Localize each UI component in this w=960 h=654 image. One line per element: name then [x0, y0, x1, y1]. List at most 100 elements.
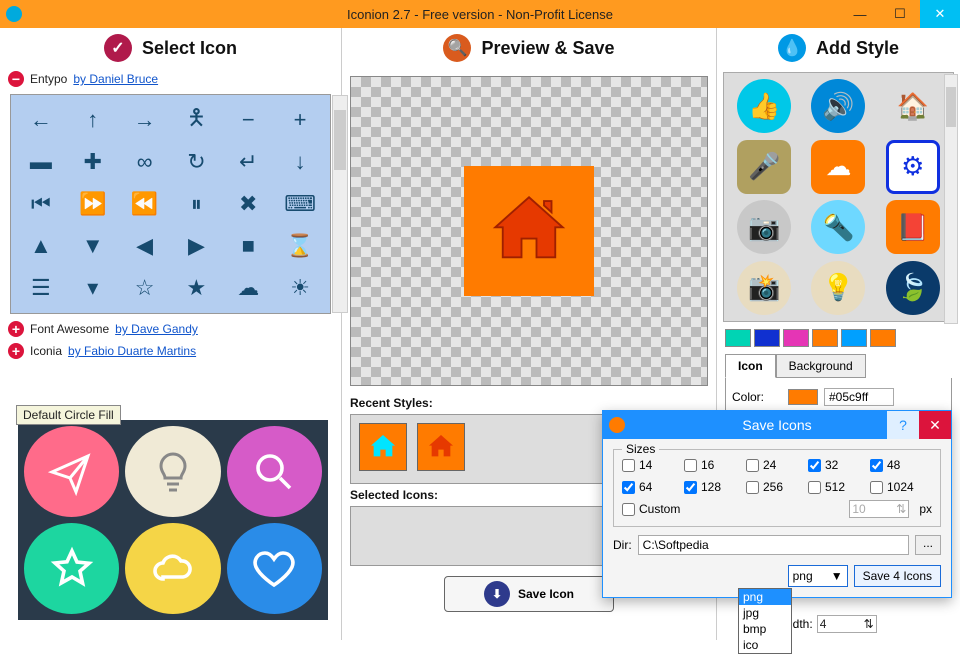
return-icon[interactable]: ↵: [224, 143, 272, 181]
dialog-help-button[interactable]: ?: [887, 411, 919, 439]
color-label: Color:: [732, 390, 782, 404]
browse-button[interactable]: ...: [915, 535, 941, 555]
expand-icon[interactable]: +: [8, 343, 24, 359]
format-option[interactable]: ico: [739, 637, 791, 653]
hourglass-icon[interactable]: ⌛: [276, 227, 324, 265]
package-entypo[interactable]: − Entypo by Daniel Bruce: [0, 68, 341, 90]
recent-style-tile[interactable]: [359, 423, 407, 471]
format-option[interactable]: jpg: [739, 605, 791, 621]
arrow-down-icon[interactable]: ↓: [276, 143, 324, 181]
style-thumb[interactable]: 📷: [737, 200, 791, 254]
package-iconia[interactable]: + Iconia by Fabio Duarte Martins: [0, 340, 341, 362]
style-thumb[interactable]: 👍: [737, 79, 791, 133]
style-thumb[interactable]: 🎤: [737, 140, 791, 194]
style-thumb[interactable]: ☁: [811, 140, 865, 194]
circle-preview[interactable]: [125, 426, 220, 517]
style-scrollbar[interactable]: [944, 74, 958, 324]
tri-right-icon[interactable]: ▶: [172, 227, 220, 265]
size-checkbox[interactable]: 48: [870, 458, 918, 472]
collapse-icon[interactable]: −: [8, 71, 24, 87]
minimize-button[interactable]: —: [840, 0, 880, 28]
cancel-box-icon[interactable]: ✖: [224, 185, 272, 223]
tab-background[interactable]: Background: [776, 354, 866, 378]
plus-box-icon[interactable]: ✚: [69, 143, 117, 181]
color-swatch[interactable]: [812, 329, 838, 347]
format-option[interactable]: bmp: [739, 621, 791, 637]
color-swatch[interactable]: [783, 329, 809, 347]
star-outline-icon[interactable]: ☆: [121, 269, 169, 307]
tri-up-icon[interactable]: ▲: [17, 227, 65, 265]
author-link[interactable]: by Daniel Bruce: [73, 72, 158, 86]
author-link[interactable]: by Fabio Duarte Martins: [68, 344, 196, 358]
size-checkbox[interactable]: 32: [808, 458, 856, 472]
menu-icon[interactable]: ☰: [17, 269, 65, 307]
format-option[interactable]: png: [739, 589, 791, 605]
tri-left-icon[interactable]: ◀: [121, 227, 169, 265]
size-checkbox[interactable]: 14: [622, 458, 670, 472]
dir-input[interactable]: [638, 535, 909, 555]
circle-preview[interactable]: [227, 426, 322, 517]
fast-forward-icon[interactable]: ⏩: [69, 185, 117, 223]
size-checkbox[interactable]: 256: [746, 480, 794, 494]
color-swatch-picker[interactable]: [788, 389, 818, 405]
circle-preview[interactable]: [24, 523, 119, 614]
package-fontawesome[interactable]: + Font Awesome by Dave Gandy: [0, 318, 341, 340]
bulb-icon: [149, 448, 197, 496]
custom-size-checkbox[interactable]: Custom: [622, 502, 680, 516]
style-thumb[interactable]: 🔊: [811, 79, 865, 133]
style-thumb[interactable]: 📕: [886, 200, 940, 254]
color-swatch[interactable]: [870, 329, 896, 347]
arrow-right-icon[interactable]: →: [121, 101, 169, 139]
style-thumb[interactable]: 💡: [811, 261, 865, 315]
width-input[interactable]: 4⇅: [817, 615, 877, 633]
arrow-up-icon[interactable]: ↑: [69, 101, 117, 139]
recent-style-tile[interactable]: [417, 423, 465, 471]
keyboard-icon[interactable]: ⌨: [276, 185, 324, 223]
person-icon[interactable]: 🯅: [172, 101, 220, 139]
maximize-button[interactable]: ☐: [880, 0, 920, 28]
save-icons-button[interactable]: Save 4 Icons: [854, 565, 941, 587]
color-swatch[interactable]: [841, 329, 867, 347]
close-button[interactable]: ✕: [920, 0, 960, 28]
size-checkbox[interactable]: 64: [622, 480, 670, 494]
size-checkbox[interactable]: 1024: [870, 480, 918, 494]
expand-icon[interactable]: +: [8, 321, 24, 337]
cup-icon[interactable]: ▾: [69, 269, 117, 307]
redo-icon[interactable]: ↻: [172, 143, 220, 181]
style-thumb[interactable]: 🍃: [886, 261, 940, 315]
style-thumb[interactable]: 🔦: [811, 200, 865, 254]
size-checkbox[interactable]: 24: [746, 458, 794, 472]
save-icon-button[interactable]: ⬇ Save Icon: [444, 576, 614, 612]
size-checkbox[interactable]: 128: [684, 480, 732, 494]
circle-preview[interactable]: [227, 523, 322, 614]
pause-icon[interactable]: ⏸: [172, 185, 220, 223]
color-swatch[interactable]: [725, 329, 751, 347]
format-dropdown[interactable]: png▼: [788, 565, 848, 587]
color-input[interactable]: [824, 388, 894, 406]
custom-size-input[interactable]: 10⇅: [849, 500, 909, 518]
skip-back-icon[interactable]: ⏮: [17, 185, 65, 223]
style-thumb[interactable]: 📸: [737, 261, 791, 315]
size-checkbox[interactable]: 16: [684, 458, 732, 472]
brightness-icon[interactable]: ☀: [276, 269, 324, 307]
dialog-close-button[interactable]: ✕: [919, 411, 951, 439]
author-link[interactable]: by Dave Gandy: [115, 322, 198, 336]
star-icon[interactable]: ★: [172, 269, 220, 307]
arrow-left-icon[interactable]: ←: [17, 101, 65, 139]
rewind-icon[interactable]: ⏪: [121, 185, 169, 223]
style-thumb[interactable]: 🏠: [886, 79, 940, 133]
cloud-icon[interactable]: ☁: [224, 269, 272, 307]
tri-down-icon[interactable]: ▼: [69, 227, 117, 265]
plus-icon[interactable]: +: [276, 101, 324, 139]
minus-box-icon[interactable]: ▬: [17, 143, 65, 181]
tab-icon[interactable]: Icon: [725, 354, 776, 378]
minus-icon[interactable]: −: [224, 101, 272, 139]
circle-preview[interactable]: [24, 426, 119, 517]
style-thumb-selected[interactable]: ⚙: [886, 140, 940, 194]
circle-preview[interactable]: [125, 523, 220, 614]
grid-scrollbar[interactable]: [332, 95, 348, 313]
color-swatch[interactable]: [754, 329, 780, 347]
stop-icon[interactable]: ■: [224, 227, 272, 265]
size-checkbox[interactable]: 512: [808, 480, 856, 494]
infinity-icon[interactable]: ∞: [121, 143, 169, 181]
